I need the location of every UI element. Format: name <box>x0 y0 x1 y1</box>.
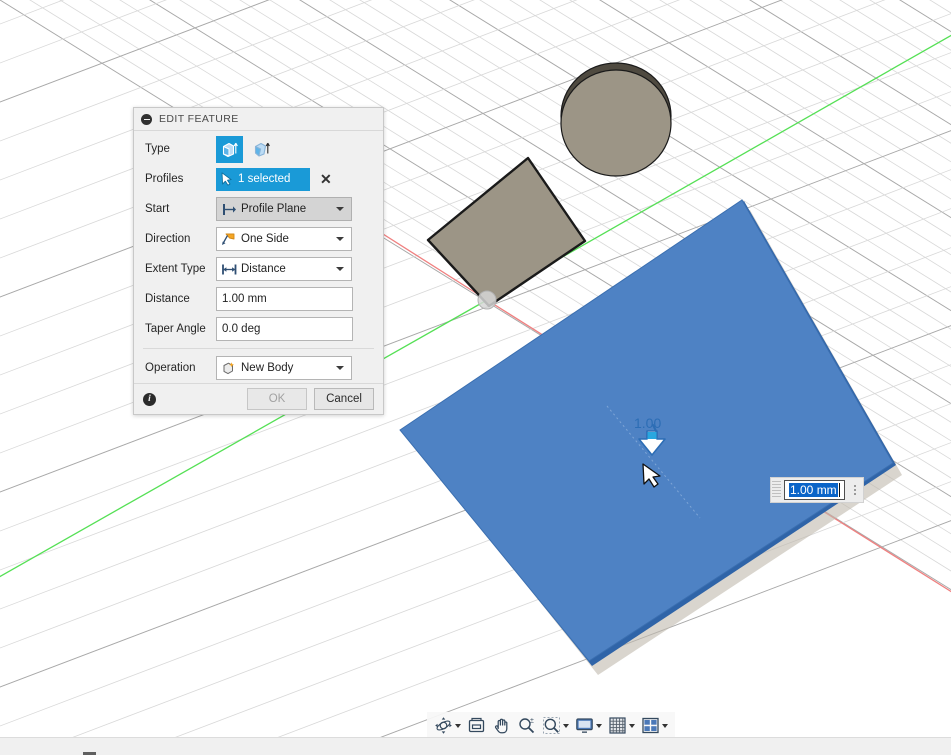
navigation-toolbar[interactable]: ± <box>427 712 675 739</box>
zoom-window-icon[interactable] <box>539 714 572 737</box>
start-dropdown[interactable]: Profile Plane <box>216 197 352 221</box>
orbit-icon[interactable] <box>431 714 464 737</box>
row-profiles: Profiles 1 selected ✕ <box>134 164 383 194</box>
row-type-label: Type <box>145 143 170 155</box>
taper-angle-input[interactable]: 0.0 deg <box>216 317 353 341</box>
chevron-down-icon[interactable] <box>662 723 668 728</box>
profile-plane-icon <box>221 203 240 216</box>
operation-dropdown-value: New Body <box>241 362 294 374</box>
profiles-selection-count: 1 selected <box>238 173 291 185</box>
edit-feature-dialog[interactable]: EDIT FEATURE Type Profiles 1 selected ✕ … <box>133 107 384 415</box>
extrude-profile-icon[interactable] <box>216 135 243 163</box>
chevron-down-icon[interactable] <box>563 723 569 728</box>
taper-angle-input-value: 0.0 deg <box>222 323 261 335</box>
row-type: Type <box>134 134 383 164</box>
direction-dropdown[interactable]: One Side <box>216 227 352 251</box>
profiles-selection-button[interactable]: 1 selected <box>216 167 310 191</box>
text-caret <box>838 483 840 497</box>
dialog-divider <box>143 348 374 349</box>
extent-type-dropdown[interactable]: Distance <box>216 257 352 281</box>
cancel-button[interactable]: Cancel <box>314 388 374 410</box>
arrow-cursor-icon <box>221 172 232 186</box>
row-distance: Distance 1.00 mm <box>134 284 383 314</box>
sketch-circle-profile <box>560 62 672 177</box>
look-at-icon[interactable] <box>464 714 489 737</box>
row-distance-label: Distance <box>145 293 190 305</box>
direction-dropdown-value: One Side <box>241 233 289 245</box>
dialog-title: EDIT FEATURE <box>159 113 239 125</box>
row-extent-type: Extent Type Distance <box>134 254 383 284</box>
dimension-input-value: 1.00 mm <box>789 483 838 497</box>
row-profiles-label: Profiles <box>145 173 184 185</box>
distance-input-value: 1.00 mm <box>222 293 267 305</box>
distance-icon <box>221 263 240 276</box>
one-side-arrow-icon <box>221 232 240 246</box>
chevron-down-icon[interactable] <box>336 237 344 241</box>
display-settings-icon[interactable] <box>572 714 605 737</box>
minus-circle-icon[interactable] <box>141 113 152 125</box>
drag-grip-icon[interactable] <box>772 481 781 499</box>
grid-snaps-icon[interactable] <box>605 714 638 737</box>
chevron-down-icon[interactable] <box>336 366 344 370</box>
origin-marker <box>477 290 497 310</box>
row-direction-label: Direction <box>145 233 191 245</box>
extent-type-dropdown-value: Distance <box>241 263 286 275</box>
row-extent-type-label: Extent Type <box>145 263 206 275</box>
row-direction: Direction One Side <box>134 224 383 254</box>
dimension-input-popup[interactable]: 1.00 mm <box>770 477 864 503</box>
ok-button[interactable]: OK <box>247 388 307 410</box>
svg-text:±: ± <box>530 718 534 725</box>
application-window: 1.00 1.00 mm ± EDIT FEATURE Type Profile… <box>0 0 951 755</box>
chevron-down-icon[interactable] <box>629 723 635 728</box>
row-start-label: Start <box>145 203 170 215</box>
dialog-footer: i OK Cancel <box>134 383 383 414</box>
dimension-input-field[interactable]: 1.00 mm <box>784 480 845 500</box>
chevron-down-icon[interactable] <box>336 207 344 211</box>
status-bar <box>0 737 951 755</box>
row-operation: Operation New Body <box>134 353 383 383</box>
row-taper-angle-label: Taper Angle <box>145 323 206 335</box>
manipulator-distance-label: 1.00 <box>634 415 662 431</box>
operation-dropdown[interactable]: New Body <box>216 356 352 380</box>
new-body-icon <box>221 361 240 376</box>
kebab-menu-icon[interactable] <box>847 478 863 502</box>
sketch-rectangle-profile <box>426 156 587 308</box>
start-dropdown-value: Profile Plane <box>241 203 307 215</box>
extrude-taper-icon[interactable] <box>248 136 275 163</box>
row-taper-angle: Taper Angle 0.0 deg <box>134 314 383 344</box>
info-icon[interactable]: i <box>143 392 156 406</box>
chevron-down-icon[interactable] <box>596 723 602 728</box>
dialog-header[interactable]: EDIT FEATURE <box>134 108 383 131</box>
x-icon[interactable]: ✕ <box>320 172 332 186</box>
zoom-icon[interactable]: ± <box>514 714 539 737</box>
dialog-body: Type Profiles 1 selected ✕ Start Profile… <box>134 131 383 383</box>
distance-input[interactable]: 1.00 mm <box>216 287 353 311</box>
chevron-down-icon[interactable] <box>455 723 461 728</box>
row-operation-label: Operation <box>145 362 196 374</box>
chevron-down-icon[interactable] <box>336 267 344 271</box>
viewports-icon[interactable] <box>638 714 671 737</box>
pan-icon[interactable] <box>489 714 514 737</box>
row-start: Start Profile Plane <box>134 194 383 224</box>
